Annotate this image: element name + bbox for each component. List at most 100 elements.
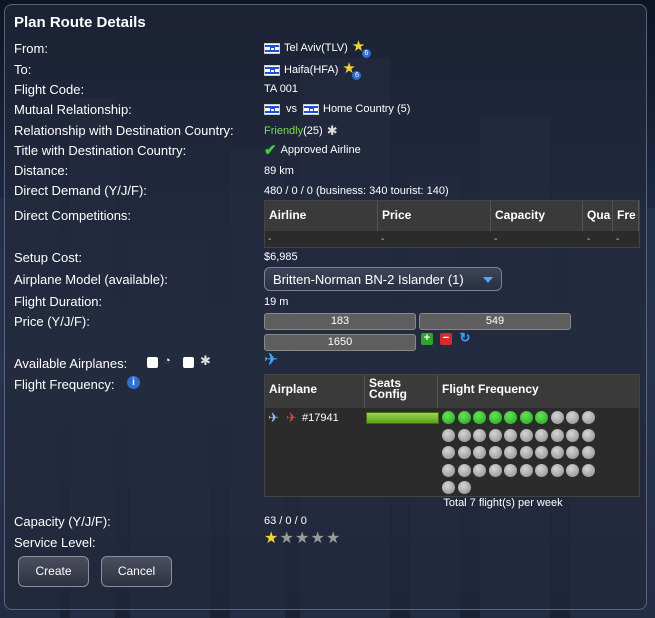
home-country-text: Home Country (5) bbox=[323, 103, 411, 115]
flight-duration-label: Flight Duration: bbox=[14, 294, 103, 309]
airport-star-icon: ★ 6 bbox=[352, 39, 371, 58]
direct-competitions-label: Direct Competitions: bbox=[14, 208, 132, 223]
frequency-slot[interactable] bbox=[566, 446, 579, 459]
gear-icon[interactable]: ✱ bbox=[327, 123, 338, 139]
israel-flag-icon bbox=[264, 42, 280, 54]
frequency-slot[interactable] bbox=[566, 463, 579, 477]
frequency-slot[interactable] bbox=[535, 463, 548, 477]
relationship-destination-value: Friendly (25) ✱ bbox=[264, 123, 338, 139]
airplane-icon[interactable]: ✈ bbox=[264, 350, 278, 370]
freq-header-frequency: Flight Frequency bbox=[438, 375, 639, 408]
price-economy-input[interactable]: 183 bbox=[264, 313, 416, 330]
gear-icon[interactable]: ✱ bbox=[200, 353, 211, 369]
frequency-total: Total 7 flight(s) per week bbox=[443, 497, 563, 509]
frequency-slot[interactable] bbox=[581, 446, 595, 459]
available-checkbox-2[interactable] bbox=[183, 357, 194, 368]
airplane-id[interactable]: #17941 bbox=[302, 412, 339, 424]
frequency-slot[interactable] bbox=[488, 446, 502, 459]
service-star-icon: ★ bbox=[295, 530, 310, 547]
frequency-slot[interactable] bbox=[550, 428, 564, 442]
vs-text: vs bbox=[286, 103, 297, 115]
israel-flag-icon bbox=[303, 103, 319, 115]
frequency-slot[interactable] bbox=[504, 463, 517, 477]
flight-frequency-label: Flight Frequency: bbox=[14, 377, 115, 392]
airplane-model-label: Airplane Model (available): bbox=[14, 272, 168, 287]
frequency-slot[interactable] bbox=[457, 411, 471, 424]
frequency-slot[interactable] bbox=[442, 428, 455, 442]
decrease-price-icon[interactable]: − bbox=[440, 333, 452, 345]
cancel-button[interactable]: Cancel bbox=[101, 556, 172, 587]
frequency-table: Airplane Seats Config Flight Frequency ✈… bbox=[264, 374, 640, 497]
frequency-slot[interactable] bbox=[581, 411, 595, 424]
frequency-slot[interactable] bbox=[442, 411, 455, 424]
direct-demand-label: Direct Demand (Y/J/F): bbox=[14, 183, 147, 198]
frequency-slot[interactable] bbox=[504, 428, 517, 442]
frequency-slot[interactable] bbox=[550, 446, 564, 459]
create-button[interactable]: Create bbox=[18, 556, 89, 587]
frequency-slot[interactable] bbox=[473, 446, 486, 459]
airplane-model-dropdown[interactable]: Britten-Norman BN-2 Islander (1) bbox=[264, 267, 502, 291]
frequency-slot[interactable] bbox=[442, 481, 455, 494]
frequency-slot[interactable] bbox=[535, 428, 548, 442]
flight-duration-value: 19 m bbox=[264, 296, 289, 308]
price-first-input[interactable]: 1650 bbox=[264, 334, 416, 351]
chevron-down-icon bbox=[483, 277, 493, 283]
frequency-slot[interactable] bbox=[581, 463, 595, 477]
frequency-slot[interactable] bbox=[488, 463, 502, 477]
frequency-slot[interactable] bbox=[473, 428, 486, 442]
flight-code-value: TA 001 bbox=[264, 83, 299, 95]
title-destination-label: Title with Destination Country: bbox=[14, 143, 187, 158]
comp-header-quality: Qua bbox=[583, 201, 613, 231]
direct-demand-value: 480 / 0 / 0 (business: 340 tourist: 140) bbox=[264, 185, 449, 197]
to-label: To: bbox=[14, 62, 32, 77]
relationship-score: (25) bbox=[303, 125, 323, 137]
price-label: Price (Y/J/F): bbox=[14, 314, 90, 329]
frequency-slot[interactable] bbox=[519, 428, 533, 442]
service-star-icon: ★ bbox=[264, 530, 279, 547]
frequency-slot[interactable] bbox=[550, 463, 564, 477]
frequency-slot[interactable] bbox=[457, 446, 471, 459]
title-status: Approved Airline bbox=[280, 144, 361, 156]
frequency-slot[interactable] bbox=[535, 411, 548, 424]
frequency-slot[interactable] bbox=[504, 446, 517, 459]
capacity-label: Capacity (Y/J/F): bbox=[14, 514, 111, 529]
frequency-slot[interactable] bbox=[488, 428, 502, 442]
frequency-slot[interactable] bbox=[519, 463, 533, 477]
frequency-slot[interactable] bbox=[457, 463, 471, 477]
reset-price-icon[interactable]: ↻ bbox=[459, 331, 471, 344]
airport-star-icon: ★ 6 bbox=[342, 61, 362, 80]
frequency-slot[interactable] bbox=[550, 411, 564, 424]
price-business-input[interactable]: 549 bbox=[419, 313, 571, 330]
available-airplanes-label: Available Airplanes: bbox=[14, 356, 128, 371]
distance-label: Distance: bbox=[14, 163, 69, 178]
frequency-slot[interactable] bbox=[473, 463, 486, 477]
frequency-slot[interactable] bbox=[457, 428, 471, 442]
increase-price-icon[interactable]: + bbox=[421, 333, 433, 345]
comp-header-airline: Airline bbox=[265, 201, 378, 231]
capacity-value: 63 / 0 / 0 bbox=[264, 515, 307, 527]
to-airport[interactable]: Haifa(HFA) bbox=[284, 64, 338, 76]
frequency-slot[interactable] bbox=[566, 411, 579, 424]
relationship-destination-label: Relationship with Destination Country: bbox=[14, 123, 234, 138]
frequency-slot[interactable] bbox=[457, 481, 471, 494]
comp-header-frequency: Fre bbox=[613, 201, 639, 231]
service-level-label: Service Level: bbox=[14, 535, 96, 550]
frequency-slot[interactable] bbox=[473, 411, 486, 424]
seats-config-bar bbox=[366, 412, 439, 424]
frequency-slot[interactable] bbox=[519, 446, 533, 459]
frequency-slot[interactable] bbox=[504, 411, 517, 424]
frequency-slot[interactable] bbox=[581, 428, 595, 442]
info-icon[interactable]: i bbox=[127, 376, 140, 389]
airplane-status-icon: ✈ bbox=[286, 410, 297, 425]
service-star-icon: ★ bbox=[326, 530, 341, 547]
frequency-slot[interactable] bbox=[535, 446, 548, 459]
frequency-slot[interactable] bbox=[442, 446, 455, 459]
from-airport[interactable]: Tel Aviv(TLV) bbox=[284, 42, 348, 54]
frequency-slot[interactable] bbox=[519, 411, 533, 424]
frequency-slot[interactable] bbox=[566, 428, 579, 442]
frequency-slot[interactable] bbox=[488, 411, 502, 424]
frequency-slot[interactable] bbox=[442, 463, 455, 477]
service-star-icon: ★ bbox=[310, 530, 325, 547]
setup-cost-value: $6,985 bbox=[264, 251, 298, 263]
available-checkbox-1[interactable] bbox=[147, 357, 158, 368]
